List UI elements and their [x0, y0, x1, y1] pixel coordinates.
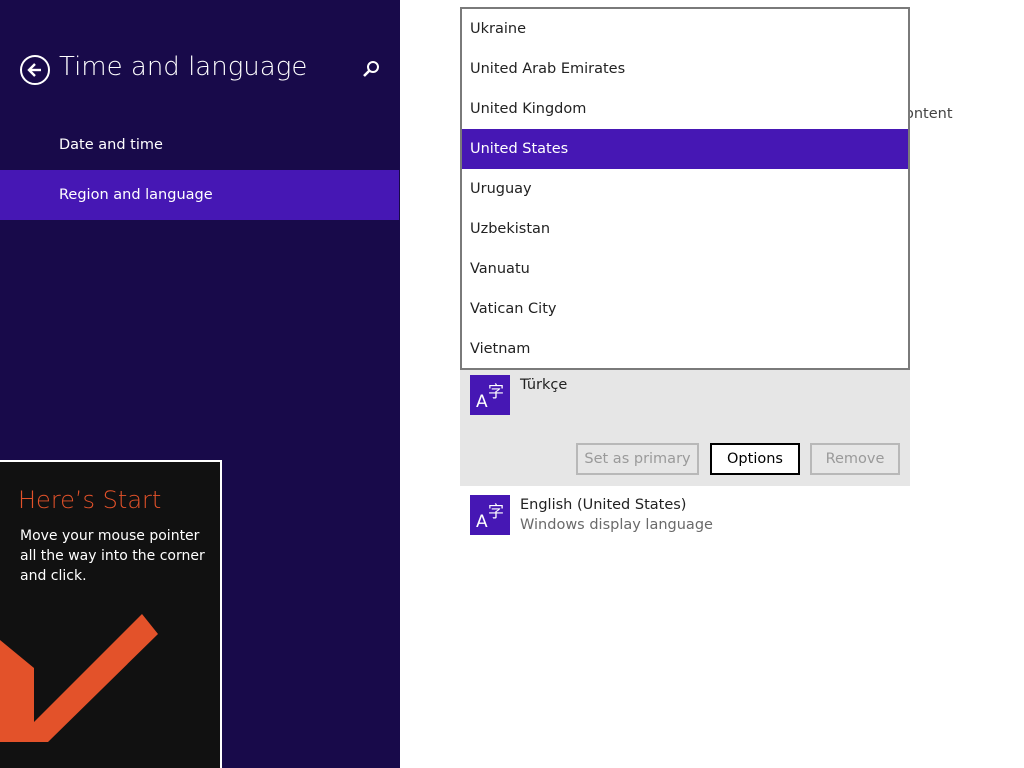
dropdown-option-uzbekistan[interactable]: Uzbekistan	[462, 209, 908, 249]
start-tip-panel: Here’s Start Move your mouse pointer all…	[0, 460, 222, 768]
dropdown-option-ukraine[interactable]: Ukraine	[462, 9, 908, 49]
dropdown-option-united-arab-emirates[interactable]: United Arab Emirates	[462, 49, 908, 89]
language-name: English (United States)	[520, 497, 687, 513]
nav-item-date-and-time[interactable]: Date and time	[0, 120, 399, 170]
back-arrow-icon	[27, 63, 41, 77]
options-button[interactable]: Options	[710, 443, 800, 475]
dropdown-option-united-states[interactable]: United States	[462, 129, 908, 169]
arrow-down-left-icon	[0, 614, 158, 742]
tip-title: Here’s Start	[18, 486, 162, 514]
nav-item-label: Region and language	[59, 187, 213, 203]
back-button[interactable]	[20, 55, 50, 85]
dropdown-option-united-kingdom[interactable]: United Kingdom	[462, 89, 908, 129]
svg-text:A: A	[476, 392, 488, 412]
language-icon: A 字	[470, 495, 510, 535]
language-name: Türkçe	[520, 377, 568, 393]
nav-item-label: Date and time	[59, 137, 163, 153]
nav-item-region-and-language[interactable]: Region and language	[0, 170, 399, 220]
tip-body: Move your mouse pointer all the way into…	[20, 528, 205, 584]
dropdown-option-vietnam[interactable]: Vietnam	[462, 329, 908, 369]
dropdown-option-vanuatu[interactable]: Vanuatu	[462, 249, 908, 289]
search-icon	[363, 61, 379, 77]
remove-button[interactable]: Remove	[810, 443, 900, 475]
language-item[interactable]: A 字 English (United States) Windows disp…	[460, 490, 910, 542]
language-subtitle: Windows display language	[520, 517, 713, 533]
country-dropdown-list[interactable]: Ukraine United Arab Emirates United King…	[460, 7, 910, 370]
pane-title: Time and language	[59, 52, 308, 82]
language-icon: A 字	[470, 375, 510, 415]
language-item-selected[interactable]: A 字 Türkçe Set as primary Options Remove	[460, 368, 910, 486]
obscured-description-text: ontent	[905, 106, 953, 122]
svg-text:A: A	[476, 512, 488, 532]
search-button[interactable]	[360, 58, 382, 80]
dropdown-option-uruguay[interactable]: Uruguay	[462, 169, 908, 209]
dropdown-option-vatican-city[interactable]: Vatican City	[462, 289, 908, 329]
svg-text:字: 字	[488, 502, 504, 521]
set-as-primary-button[interactable]: Set as primary	[576, 443, 699, 475]
svg-text:字: 字	[488, 382, 504, 401]
